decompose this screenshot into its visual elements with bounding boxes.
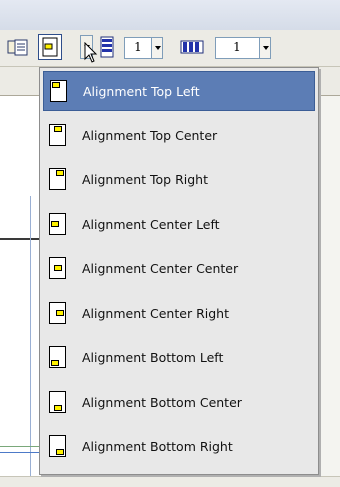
align-center-center-icon [49,257,66,279]
column-spacing-icon [178,36,206,58]
row-spacing-value: 1 [134,40,142,54]
menu-item-label: Alignment Top Center [82,127,218,143]
align-bottom-left-icon [49,346,66,368]
alignment-marker [54,265,62,271]
align-bottom-right-icon [49,435,66,457]
align-center-left-icon [49,212,66,235]
menu-item-align-bottom-center[interactable]: Alignment Bottom Center [43,383,315,423]
menu-item-label: Alignment Top Right [82,172,209,187]
menu-item-label: Alignment Center Right [82,305,229,321]
align-top-right-icon [49,168,66,190]
column-spacing-value: 1 [233,40,241,54]
menu-item-label: Alignment Top Left [83,84,200,99]
menu-item-align-center-left[interactable]: Alignment Center Left [43,205,315,245]
align-top-left-icon [50,80,67,102]
status-strip [0,476,340,487]
alignment-marker [56,449,64,455]
menu-item-label: Alignment Bottom Center [82,394,242,410]
document-canvas[interactable] [0,96,39,486]
menu-item-align-center-right[interactable]: Alignment Center Right [43,294,315,334]
alignment-marker [52,82,60,88]
align-center-left-icon [42,37,58,57]
mouse-pointer-icon [84,42,98,63]
column-spacing-dropdown[interactable] [259,37,271,59]
menu-item-align-top-left[interactable]: Alignment Top Left [43,71,315,111]
menu-item-align-top-center[interactable]: Alignment Top Center [43,116,315,156]
row-spacing-dropdown[interactable] [151,37,163,59]
chevron-down-icon [155,46,161,50]
align-bottom-center-icon [49,390,66,413]
cell-alignment-button[interactable] [38,34,62,60]
title-bar [0,0,340,31]
menu-item-align-center-center[interactable]: Alignment Center Center [43,249,315,289]
menu-item-label: Alignment Bottom Left [82,350,224,365]
menu-item-align-bottom-left[interactable]: Alignment Bottom Left [43,338,315,378]
row-spacing-combo[interactable]: 1 [124,37,163,59]
alignment-marker [56,170,64,176]
menu-item-label: Alignment Center Left [82,216,220,232]
alignment-marker [56,309,64,316]
menu-item-align-bottom-right[interactable]: Alignment Bottom Right [43,427,315,467]
alignment-marker [51,220,59,227]
menu-item-label: Alignment Center Center [82,261,239,276]
alignment-dropdown-menu: Alignment Top Left Alignment Top Center Al… [39,67,319,475]
chevron-down-icon [263,46,269,50]
menu-item-align-top-right[interactable]: Alignment Top Right [43,160,315,200]
scroll-area[interactable] [318,96,340,486]
alignment-marker [51,360,59,366]
align-center-right-icon [49,301,66,324]
menu-item-label: Alignment Bottom Right [82,439,233,454]
alignment-marker [54,125,62,132]
column-spacing-combo[interactable]: 1 [215,37,271,59]
align-top-center-icon [49,123,66,146]
alignment-marker [54,404,62,411]
paste-format-icon[interactable] [6,36,30,60]
